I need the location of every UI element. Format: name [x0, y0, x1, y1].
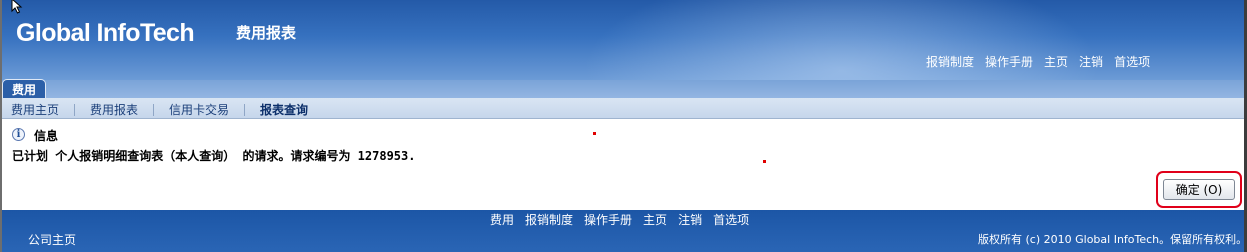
tab-expenses[interactable]: 费用: [2, 79, 46, 98]
subnav-divider: [74, 103, 76, 116]
copyright-text: 版权所有 (c) 2010 Global InfoTech。保留所有权利。: [978, 233, 1247, 246]
subnav-expense-home[interactable]: 费用主页: [11, 101, 59, 118]
footer-link-expenses[interactable]: 费用: [490, 211, 514, 228]
footer-link-home[interactable]: 主页: [643, 211, 667, 228]
page-footer: 费用 报销制度 操作手册 主页 注销 首选项 公司主页 版权所有 (c) 201…: [2, 210, 1247, 252]
link-home[interactable]: 主页: [1044, 53, 1068, 70]
link-preferences[interactable]: 首选项: [1114, 53, 1150, 70]
page-header: Global InfoTech 费用报表 报销制度 操作手册 主页 注销 首选项: [2, 0, 1244, 80]
red-dot-marker: [593, 132, 596, 135]
red-dot-marker: [763, 160, 766, 163]
subnav-divider: [244, 103, 246, 116]
brand-logo: Global InfoTech: [16, 19, 195, 47]
footer-link-preferences[interactable]: 首选项: [713, 211, 749, 228]
link-user-manual[interactable]: 操作手册: [985, 53, 1033, 70]
link-reimbursement-policy[interactable]: 报销制度: [926, 53, 974, 70]
info-icon: i: [12, 128, 25, 141]
info-message: i 信息 已计划 个人报销明细查询表（本人查询） 的请求。请求编号为 12789…: [2, 120, 1244, 210]
link-logout[interactable]: 注销: [1079, 53, 1103, 70]
footer-link-user-manual[interactable]: 操作手册: [584, 211, 632, 228]
footer-links: 费用 报销制度 操作手册 主页 注销 首选项: [490, 211, 749, 228]
info-title: 信息: [34, 129, 59, 143]
info-message-text: 已计划 个人报销明细查询表（本人查询） 的请求。请求编号为 1278953.: [12, 149, 416, 163]
subnav-expense-reports[interactable]: 费用报表: [90, 101, 138, 118]
mouse-cursor-icon: [11, 0, 23, 14]
subnav-report-query[interactable]: 报表查询: [260, 101, 308, 118]
module-title: 费用报表: [236, 24, 297, 42]
footer-link-reimbursement-policy[interactable]: 报销制度: [525, 211, 573, 228]
tab-strip: [2, 80, 1244, 98]
global-links: 报销制度 操作手册 主页 注销 首选项: [926, 53, 1150, 70]
subnav-divider: [153, 103, 155, 116]
sub-navigation: 费用主页 费用报表 信用卡交易 报表查询: [2, 98, 1244, 119]
footer-link-logout[interactable]: 注销: [678, 211, 702, 228]
company-home-link[interactable]: 公司主页: [28, 231, 76, 248]
ok-button-highlight: 确定 (O): [1156, 171, 1242, 208]
subnav-credit-card[interactable]: 信用卡交易: [169, 101, 229, 118]
ok-button[interactable]: 确定 (O): [1163, 179, 1235, 200]
